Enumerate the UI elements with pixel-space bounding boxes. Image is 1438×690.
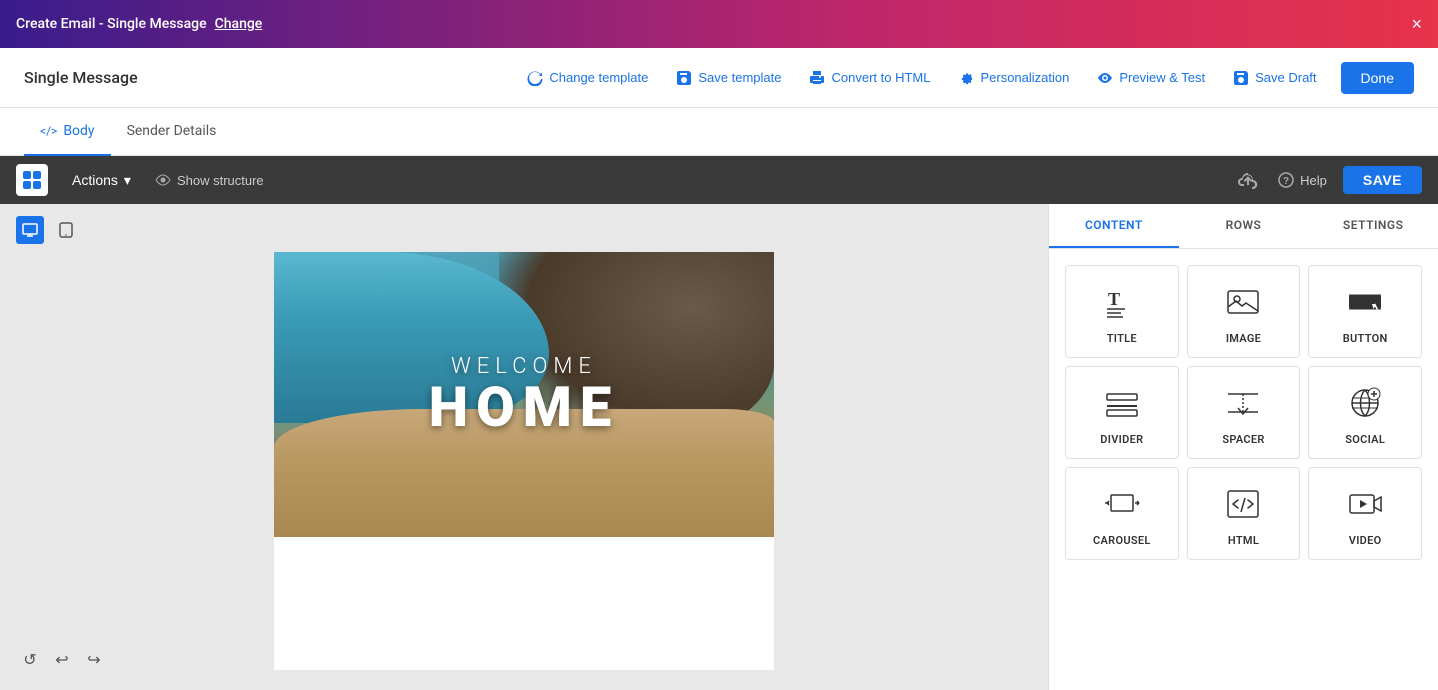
content-item-video[interactable]: VIDEO <box>1308 467 1422 560</box>
editor-toolbar: Actions ▾ Show structure ? Help SAVE <box>0 156 1438 204</box>
panel-tab-settings[interactable]: SETTINGS <box>1308 204 1438 248</box>
html-icon <box>1223 484 1263 524</box>
convert-html-button[interactable]: Convert to HTML <box>797 64 942 92</box>
desktop-view-button[interactable] <box>16 216 44 244</box>
preview-test-label: Preview & Test <box>1119 70 1205 85</box>
undo-button[interactable]: ↩ <box>48 646 76 674</box>
save-icon <box>676 70 692 86</box>
social-item-label: SOCIAL <box>1345 433 1385 446</box>
top-bar-change-link[interactable]: Change <box>215 16 263 32</box>
save-template-button[interactable]: Save template <box>664 64 793 92</box>
button-item-label: BUTTON <box>1343 332 1388 345</box>
email-hero[interactable]: WELCOME HOME <box>274 252 774 537</box>
history-button[interactable]: ↺ <box>16 646 44 674</box>
editor-main: ⚡ AMP WELCOME HOME ↺ ↩ <box>0 204 1438 690</box>
show-structure-button[interactable]: Show structure <box>155 172 264 188</box>
actions-label: Actions <box>72 172 118 188</box>
eye-icon <box>1097 70 1113 86</box>
top-bar: Create Email - Single Message Change × <box>0 0 1438 48</box>
image-item-label: IMAGE <box>1226 332 1261 345</box>
content-item-divider[interactable]: DIVIDER <box>1065 366 1179 459</box>
email-canvas: ⚡ AMP WELCOME HOME <box>274 252 774 670</box>
save-button[interactable]: SAVE <box>1343 166 1422 194</box>
toolbar-right: ? Help SAVE <box>1234 166 1422 194</box>
hero-home-text: HOME <box>429 379 619 435</box>
content-item-carousel[interactable]: CAROUSEL <box>1065 467 1179 560</box>
top-bar-title: Create Email - Single Message Change <box>16 16 262 32</box>
content-grid: T TITLE <box>1065 265 1422 560</box>
gear-icon <box>958 70 974 86</box>
content-item-html[interactable]: HTML <box>1187 467 1301 560</box>
divider-item-label: DIVIDER <box>1100 433 1143 446</box>
content-item-button[interactable]: BUTTON <box>1308 265 1422 358</box>
toolbar-left: Actions ▾ Show structure <box>16 164 264 196</box>
app-logo <box>16 164 48 196</box>
carousel-item-label: CAROUSEL <box>1093 534 1151 547</box>
done-button[interactable]: Done <box>1341 62 1414 94</box>
floppy-icon <box>1233 70 1249 86</box>
message-name: Single Message <box>24 68 138 87</box>
carousel-icon <box>1102 484 1142 524</box>
personalization-label: Personalization <box>980 70 1069 85</box>
tab-body-label: Body <box>63 123 94 139</box>
divider-icon <box>1102 383 1142 423</box>
print-icon <box>809 70 825 86</box>
preview-test-button[interactable]: Preview & Test <box>1085 64 1217 92</box>
tab-sender-details[interactable]: Sender Details <box>111 108 233 156</box>
content-item-title[interactable]: T TITLE <box>1065 265 1179 358</box>
change-template-button[interactable]: Change template <box>515 64 660 92</box>
tab-sender-details-label: Sender Details <box>127 123 217 139</box>
mobile-view-button[interactable] <box>52 216 80 244</box>
header-actions: Change template Save template Convert to… <box>515 62 1414 94</box>
help-button[interactable]: ? Help <box>1278 172 1327 188</box>
cloud-upload-button[interactable] <box>1234 166 1262 194</box>
button-icon <box>1345 282 1385 322</box>
hero-text: WELCOME HOME <box>429 354 619 435</box>
image-icon <box>1223 282 1263 322</box>
tab-body[interactable]: </> Body <box>24 108 111 156</box>
help-circle-icon: ? <box>1278 172 1294 188</box>
spacer-icon <box>1223 383 1263 423</box>
save-draft-button[interactable]: Save Draft <box>1221 64 1328 92</box>
spacer-item-label: SPACER <box>1222 433 1264 446</box>
top-bar-app-title: Create Email - Single Message <box>16 16 207 32</box>
sync-icon <box>527 70 543 86</box>
panel-tab-content[interactable]: CONTENT <box>1049 204 1179 248</box>
personalization-button[interactable]: Personalization <box>946 64 1081 92</box>
title-item-label: TITLE <box>1107 332 1137 345</box>
svg-text:?: ? <box>1283 176 1289 187</box>
eye-structure-icon <box>155 172 171 188</box>
content-item-spacer[interactable]: SPACER <box>1187 366 1301 459</box>
change-template-label: Change template <box>549 70 648 85</box>
actions-button[interactable]: Actions ▾ <box>64 168 139 193</box>
title-icon: T <box>1102 282 1142 322</box>
redo-button[interactable]: ↪ <box>80 646 108 674</box>
help-label: Help <box>1300 173 1327 188</box>
actions-chevron-icon: ▾ <box>124 172 131 189</box>
html-item-label: HTML <box>1228 534 1259 547</box>
close-button[interactable]: × <box>1411 14 1422 35</box>
panel-content: T TITLE <box>1049 249 1438 690</box>
canvas-area: ⚡ AMP WELCOME HOME ↺ ↩ <box>0 204 1048 690</box>
content-item-social[interactable]: SOCIAL <box>1308 366 1422 459</box>
svg-text:T: T <box>1108 289 1120 309</box>
header-bar: Single Message Change template Save temp… <box>0 48 1438 108</box>
social-icon <box>1345 383 1385 423</box>
show-structure-label: Show structure <box>177 173 264 188</box>
convert-html-label: Convert to HTML <box>831 70 930 85</box>
save-template-label: Save template <box>698 70 781 85</box>
tabs-bar: </> Body Sender Details <box>0 108 1438 156</box>
save-draft-label: Save Draft <box>1255 70 1316 85</box>
panel-tab-rows[interactable]: ROWS <box>1179 204 1309 248</box>
panel-tabs: CONTENT ROWS SETTINGS <box>1049 204 1438 249</box>
video-item-label: VIDEO <box>1349 534 1382 547</box>
video-icon <box>1345 484 1385 524</box>
code-icon: </> <box>40 124 57 138</box>
device-switcher <box>16 216 80 244</box>
bottom-toolbar: ↺ ↩ ↪ <box>16 646 108 674</box>
content-item-image[interactable]: IMAGE <box>1187 265 1301 358</box>
canvas-scroll[interactable]: ⚡ AMP WELCOME HOME <box>0 204 1048 690</box>
right-panel: CONTENT ROWS SETTINGS T <box>1048 204 1438 690</box>
